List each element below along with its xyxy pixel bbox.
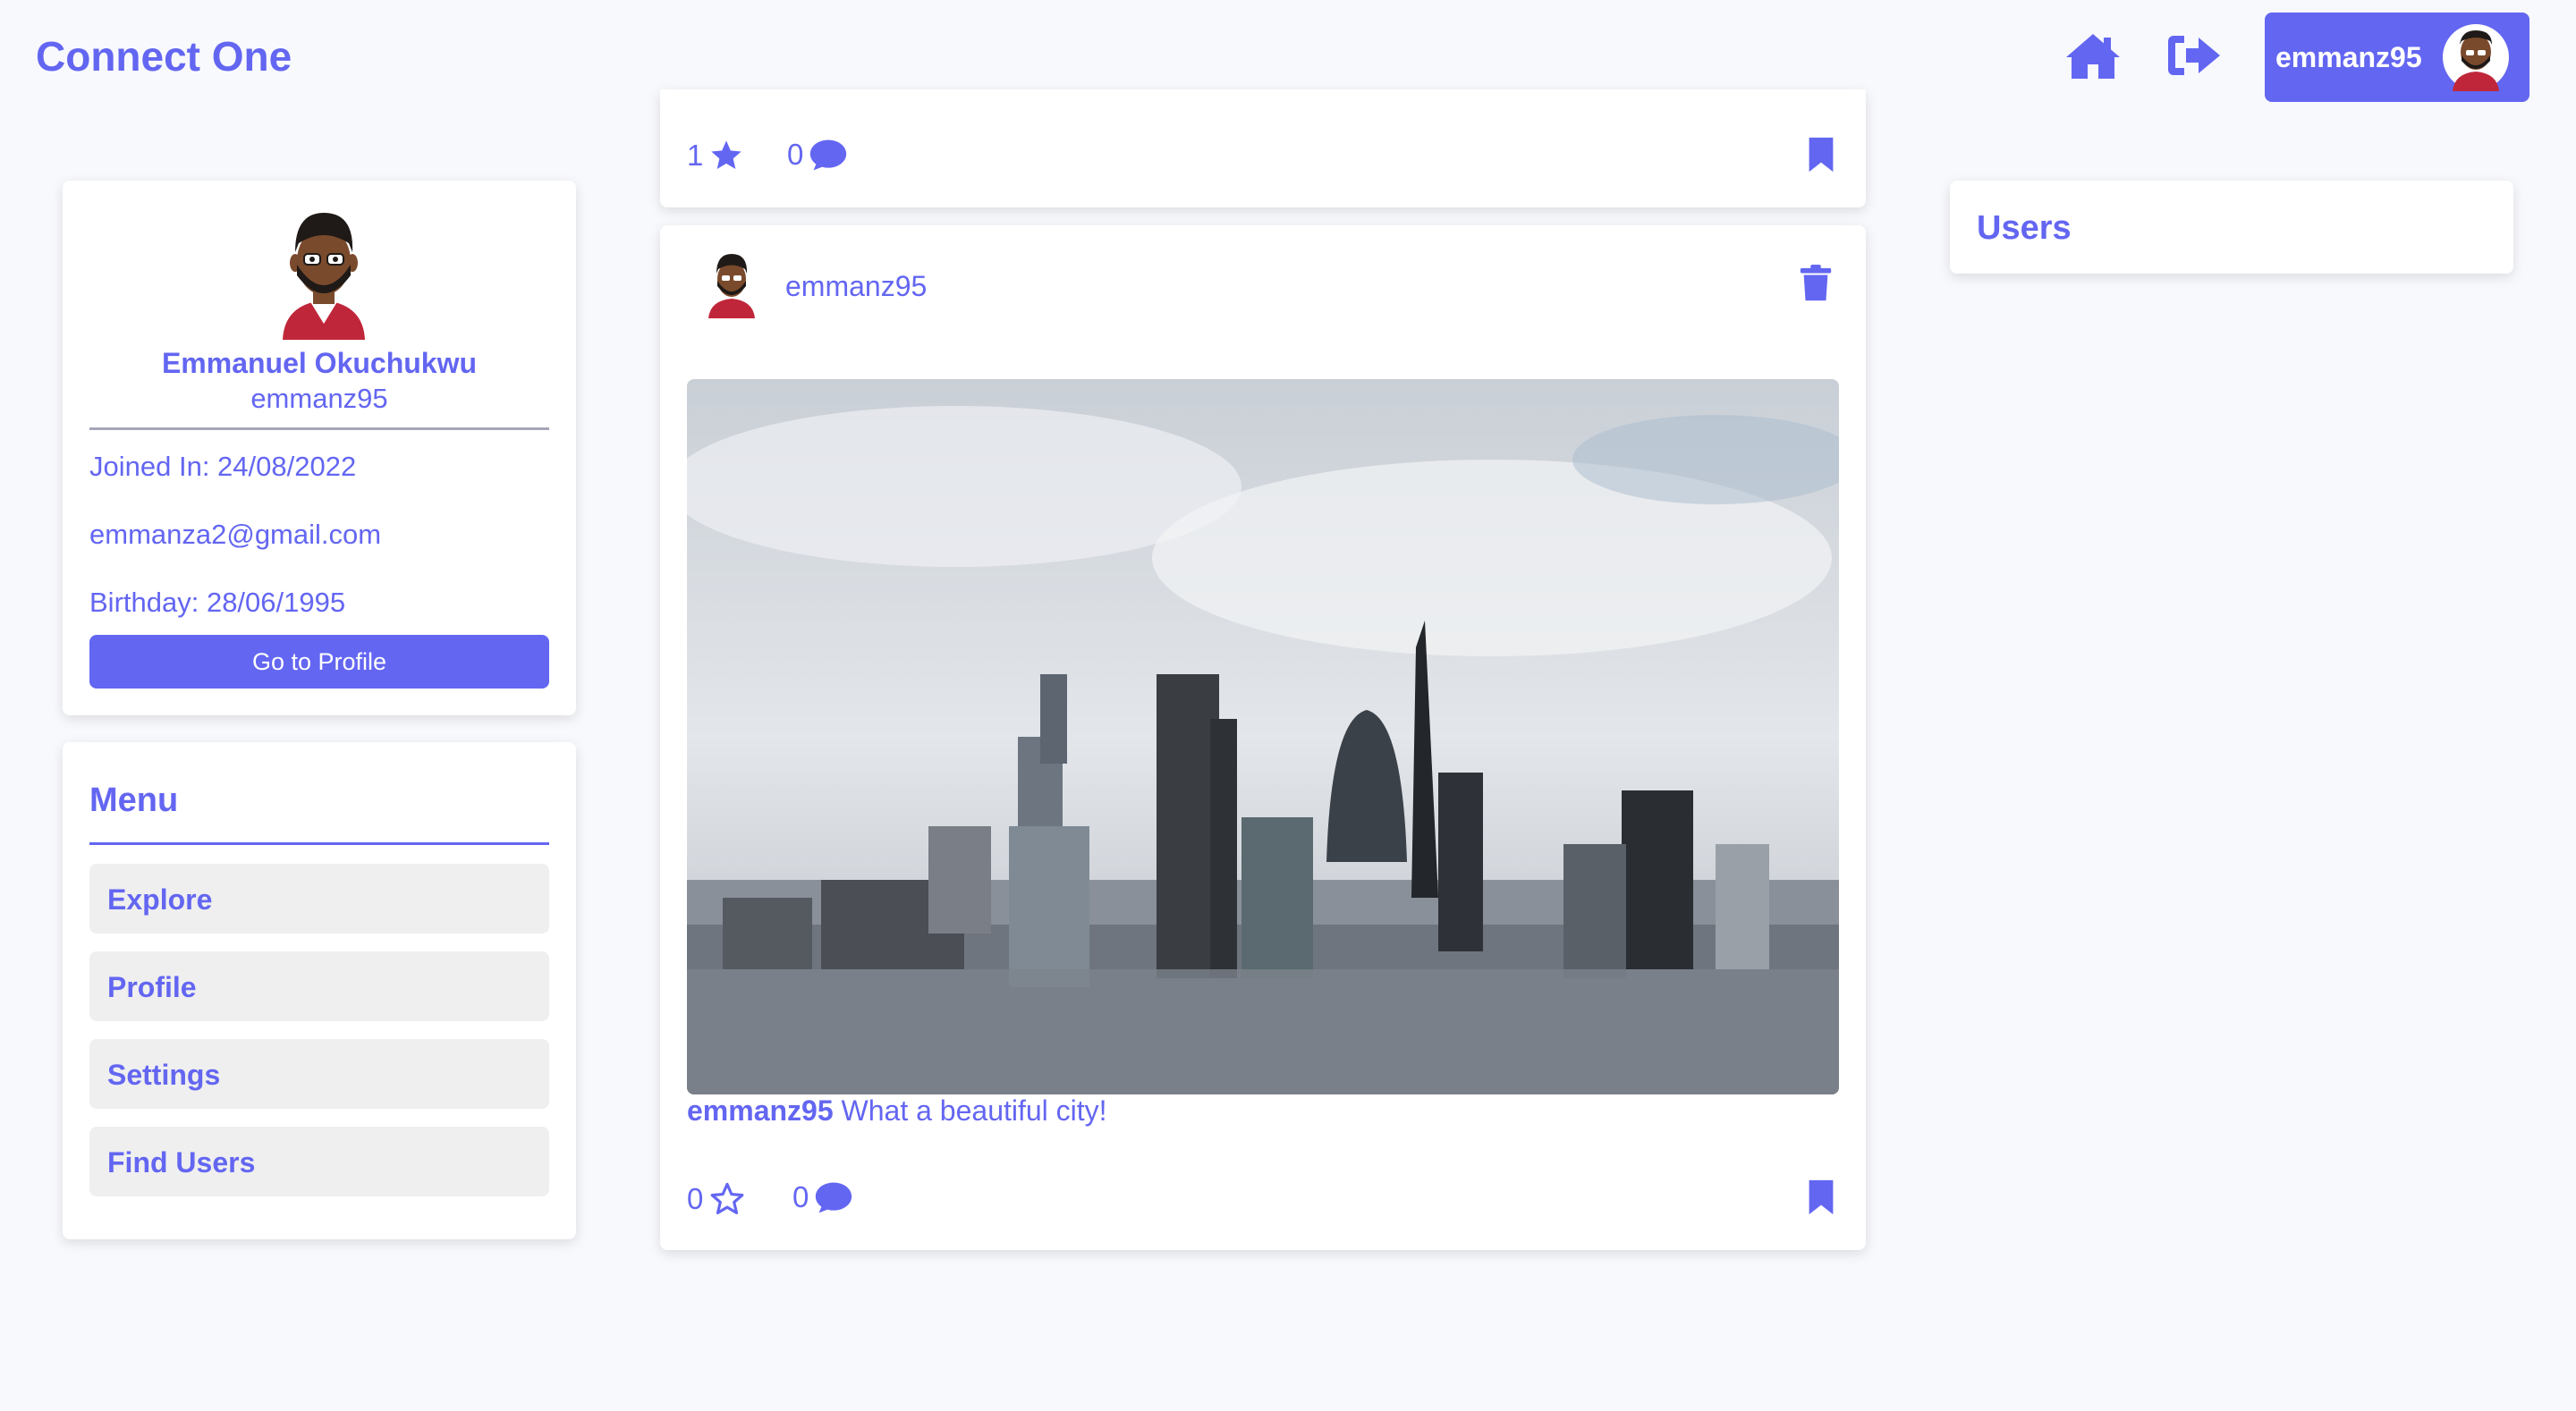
comment-count[interactable]: 0 — [792, 1180, 853, 1214]
avatar — [708, 254, 755, 318]
home-icon[interactable] — [2064, 30, 2122, 80]
comment-count[interactable]: 0 — [787, 138, 848, 172]
post-caption: emmanz95 What a beautiful city! — [687, 1094, 1107, 1128]
trash-icon[interactable] — [1800, 265, 1832, 302]
post-card: 1 0 — [660, 89, 1866, 207]
users-title: Users — [1977, 209, 2072, 247]
menu-card: Menu Explore Profile Settings Find Users — [63, 742, 576, 1239]
menu-title: Menu — [89, 782, 179, 819]
divider — [89, 427, 549, 430]
bookmark-icon[interactable] — [1807, 136, 1835, 173]
user-menu-button[interactable]: emmanz95 — [2265, 13, 2529, 102]
post-image — [687, 379, 1839, 1094]
comment-count-value: 0 — [787, 138, 804, 171]
profile-card: Emmanuel Okuchukwu emmanz95 Joined In: 2… — [63, 181, 576, 715]
comment-icon — [816, 1182, 852, 1213]
go-to-profile-button[interactable]: Go to Profile — [89, 635, 549, 689]
menu-item-settings[interactable]: Settings — [89, 1039, 549, 1109]
divider — [89, 842, 549, 845]
profile-birthday: Birthday: 28/06/1995 — [89, 587, 346, 618]
profile-fullname: Emmanuel Okuchukwu — [161, 347, 478, 379]
post-author[interactable]: emmanz95 — [785, 270, 927, 303]
avatar — [2443, 24, 2509, 91]
brand-logo[interactable]: Connect One — [36, 32, 292, 80]
user-chip-name: emmanz95 — [2275, 40, 2422, 73]
comment-count-value: 0 — [792, 1180, 809, 1213]
star-filled-icon — [711, 140, 742, 169]
profile-joined-date: Joined In: 24/08/2022 — [89, 451, 357, 482]
users-panel: Users — [1950, 181, 2513, 274]
star-count[interactable]: 1 — [687, 138, 744, 173]
star-count-value: 1 — [687, 139, 704, 172]
star-count-value: 0 — [687, 1182, 704, 1215]
post-card: emmanz95 emmanz95 What a beautiful city!… — [660, 225, 1866, 1250]
menu-item-find-users[interactable]: Find Users — [89, 1127, 549, 1196]
logout-icon[interactable] — [2165, 30, 2222, 80]
star-count[interactable]: 0 — [687, 1180, 746, 1218]
caption-username[interactable]: emmanz95 — [687, 1094, 834, 1127]
avatar — [283, 213, 365, 340]
profile-email: emmanza2@gmail.com — [89, 519, 382, 550]
star-outline-icon — [710, 1182, 744, 1214]
caption-text: What a beautiful city! — [833, 1094, 1107, 1127]
menu-item-profile[interactable]: Profile — [89, 951, 549, 1021]
menu-item-explore[interactable]: Explore — [89, 864, 549, 934]
bookmark-icon[interactable] — [1807, 1179, 1835, 1216]
profile-username: emmanz95 — [250, 383, 388, 414]
comment-icon — [810, 139, 847, 171]
